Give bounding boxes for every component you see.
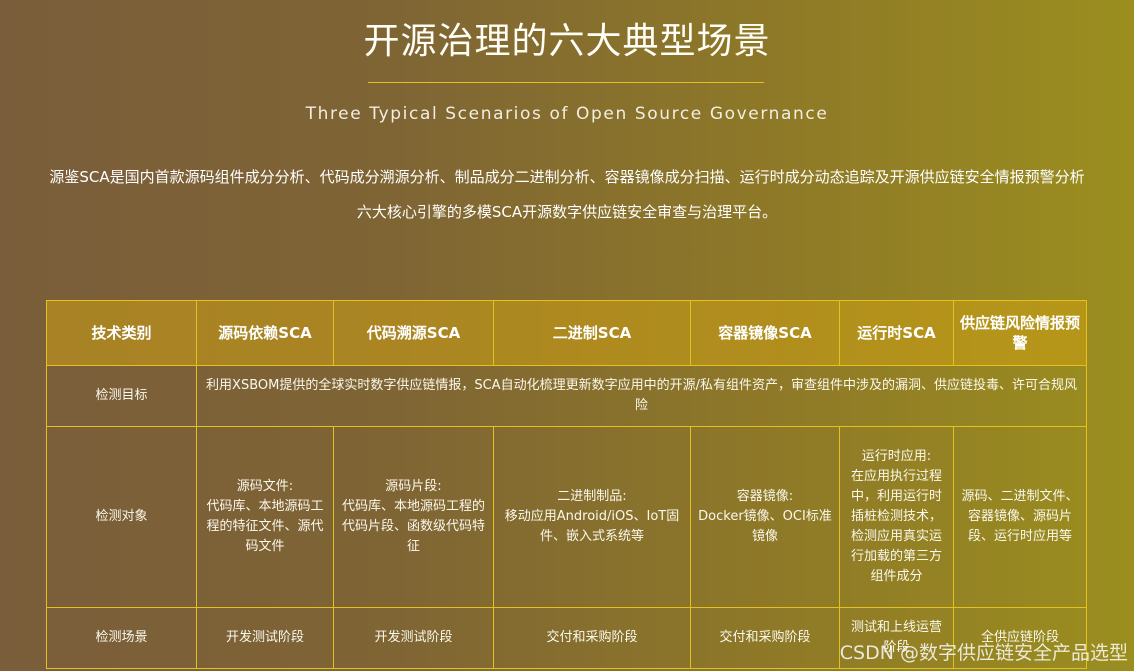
object-cell: 容器镜像: Docker镜像、OCI标准镜像 — [690, 426, 840, 608]
table-row: 检测目标 利用XSBOM提供的全球实时数字供应链情报，SCA自动化梳理更新数字应… — [46, 365, 1087, 427]
watermark: CSDN @数字供应链安全产品选型 — [839, 642, 1128, 664]
header-tech-category: 技术类别 — [46, 300, 197, 366]
table-header-row: 技术类别 源码依赖SCA 代码溯源SCA 二进制SCA 容器镜像SCA 运行时S… — [46, 300, 1087, 366]
object-cell: 源码、二进制文件、容器镜像、源码片段、运行时应用等 — [953, 426, 1087, 608]
header-source-dependency-sca: 源码依赖SCA — [196, 300, 334, 366]
scene-cell: 交付和采购阶段 — [493, 607, 691, 669]
scene-cell: 开发测试阶段 — [196, 607, 334, 669]
table-row: 检测对象 源码文件: 代码库、本地源码工程的特征文件、源代码文件 源码片段: 代码库… — [46, 426, 1087, 608]
scenario-table: 技术类别 源码依赖SCA 代码溯源SCA 二进制SCA 容器镜像SCA 运行时S… — [46, 300, 1087, 669]
page-title: 开源治理的六大典型场景 — [363, 21, 771, 62]
header-binary-sca: 二进制SCA — [493, 300, 691, 366]
header-supply-chain-risk-intel: 供应链风险情报预警 — [953, 300, 1087, 366]
header-runtime-sca: 运行时SCA — [839, 300, 954, 366]
scene-cell: 交付和采购阶段 — [690, 607, 840, 669]
row-label-object: 检测对象 — [46, 426, 197, 608]
object-cell: 运行时应用: 在应用执行过程中，利用运行时插桩检测技术，检测应用真实运行加载的第三… — [839, 426, 954, 608]
title-divider — [368, 82, 764, 83]
object-cell: 源码文件: 代码库、本地源码工程的特征文件、源代码文件 — [196, 426, 334, 608]
target-cell: 利用XSBOM提供的全球实时数字供应链情报，SCA自动化梳理更新数字应用中的开源… — [196, 365, 1087, 427]
row-label-scene: 检测场景 — [46, 607, 197, 669]
header-code-trace-sca: 代码溯源SCA — [333, 300, 494, 366]
object-cell: 二进制制品: 移动应用Android/iOS、IoT固件、嵌入式系统等 — [493, 426, 691, 608]
object-cell: 源码片段: 代码库、本地源码工程的代码片段、函数级代码特征 — [333, 426, 494, 608]
row-label-target: 检测目标 — [46, 365, 197, 427]
intro-paragraph: 源鉴SCA是国内首款源码组件成分分析、代码成分溯源分析、制品成分二进制分析、容器… — [49, 168, 1085, 221]
page: 开源治理的六大典型场景 Three Typical Scenarios of O… — [0, 0, 1134, 671]
header-container-image-sca: 容器镜像SCA — [690, 300, 840, 366]
scene-cell: 开发测试阶段 — [333, 607, 494, 669]
page-subtitle: Three Typical Scenarios of Open Source G… — [305, 104, 829, 124]
